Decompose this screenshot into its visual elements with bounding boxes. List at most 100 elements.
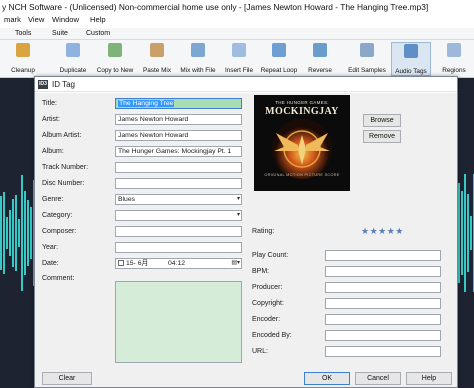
broom-icon bbox=[16, 43, 30, 57]
clear-button[interactable]: Clear bbox=[42, 372, 92, 385]
repeat-loop-button[interactable]: Repeat Loop bbox=[258, 42, 300, 76]
time-value: 04:12 bbox=[168, 260, 186, 267]
rating-label: Rating: bbox=[252, 228, 275, 235]
genre-value: Blues bbox=[118, 196, 136, 203]
composer-field[interactable] bbox=[115, 226, 242, 237]
cleanup-button[interactable]: Cleanup bbox=[0, 42, 46, 76]
waveform-sample bbox=[24, 190, 26, 276]
regions-button[interactable]: Regions bbox=[436, 42, 472, 76]
repeat-loop-label: Repeat Loop bbox=[260, 67, 298, 74]
composer-label: Composer: bbox=[42, 228, 77, 235]
menu-mark[interactable]: mark bbox=[4, 14, 21, 26]
calendar-icon[interactable]: ▤▾ bbox=[231, 259, 240, 268]
copyright-field[interactable] bbox=[325, 298, 441, 309]
title-label: Title: bbox=[42, 100, 57, 107]
copy-to-new-label: Copy to New bbox=[96, 67, 134, 74]
bpm-label: BPM: bbox=[252, 268, 270, 275]
waveform-view-left[interactable] bbox=[0, 78, 36, 388]
waveform-sample bbox=[461, 191, 463, 275]
mix-with-file-button[interactable]: Mix with File bbox=[176, 42, 220, 76]
menu-bar: mark View Window Help bbox=[0, 14, 474, 26]
album-artist-field[interactable]: James Newton Howard bbox=[115, 130, 242, 141]
category-label: Category: bbox=[42, 212, 73, 219]
cancel-button[interactable]: Cancel bbox=[355, 372, 401, 385]
url-field[interactable] bbox=[325, 346, 441, 357]
duplicate-button[interactable]: Duplicate bbox=[54, 42, 92, 76]
encoder-label: Encoder: bbox=[252, 316, 281, 323]
play-count-field[interactable] bbox=[325, 250, 441, 261]
tab-tools[interactable]: Tools bbox=[15, 28, 31, 40]
title-field[interactable]: The Hanging Tree bbox=[115, 98, 242, 109]
paste-mix-button[interactable]: Paste Mix bbox=[140, 42, 174, 76]
album-artwork: THE HUNGER GAMES: MOCKINGJAY ORIGINAL MO… bbox=[254, 95, 350, 191]
reverse-icon bbox=[313, 43, 327, 57]
chevron-down-icon: ▾ bbox=[236, 212, 240, 218]
insert-file-button[interactable]: Insert File bbox=[221, 42, 257, 76]
waveform-view-right[interactable] bbox=[458, 78, 474, 388]
paste-mix-icon bbox=[150, 43, 164, 57]
album-artist-label: Album Artist: bbox=[42, 132, 82, 139]
browse-button[interactable]: Browse bbox=[363, 114, 401, 127]
mix-with-file-icon bbox=[191, 43, 205, 57]
encoder-field[interactable] bbox=[325, 314, 441, 325]
album-label: Album: bbox=[42, 148, 64, 155]
tab-suite[interactable]: Suite bbox=[52, 28, 68, 40]
rating-stars[interactable]: ★★★★★ bbox=[361, 226, 404, 236]
encoded-by-field[interactable] bbox=[325, 330, 441, 341]
url-label: URL: bbox=[252, 348, 268, 355]
cleanup-label: Cleanup bbox=[11, 67, 35, 74]
edit-samples-button[interactable]: Edit Samples bbox=[345, 42, 389, 76]
year-field[interactable] bbox=[115, 242, 242, 253]
remove-button[interactable]: Remove bbox=[363, 130, 401, 143]
dialog-title-bar: ID3 ID Tag bbox=[35, 77, 457, 92]
disc-number-field[interactable] bbox=[115, 178, 242, 189]
disc-number-label: Disc Number: bbox=[42, 180, 85, 187]
ribbon-tabs: Tools Suite Custom bbox=[0, 28, 474, 40]
album-field[interactable]: The Hunger Games: Mockingjay Pt. 1 bbox=[115, 146, 242, 157]
bpm-field[interactable] bbox=[325, 266, 441, 277]
waveform-sample bbox=[12, 198, 14, 268]
ribbon-toolbar: Cleanup Duplicate Copy to New Paste Mix … bbox=[0, 40, 474, 78]
comment-label: Comment: bbox=[42, 275, 75, 282]
year-label: Year: bbox=[42, 244, 59, 251]
regions-label: Regions bbox=[442, 67, 466, 74]
track-number-field[interactable] bbox=[115, 162, 242, 173]
help-button[interactable]: Help bbox=[406, 372, 452, 385]
genre-label: Genre: bbox=[42, 196, 64, 203]
menu-window[interactable]: Window bbox=[52, 14, 79, 26]
artist-label: Artist: bbox=[42, 116, 60, 123]
waveform-sample bbox=[18, 218, 20, 248]
insert-file-icon bbox=[232, 43, 246, 57]
encoded-by-label: Encoded By: bbox=[252, 332, 292, 339]
copyright-label: Copyright: bbox=[252, 300, 284, 307]
tab-custom[interactable]: Custom bbox=[86, 28, 110, 40]
waveform-sample bbox=[30, 207, 32, 259]
waveform-sample bbox=[3, 192, 5, 274]
audio-tags-button[interactable]: Audio Tags bbox=[391, 42, 431, 76]
waveform-sample bbox=[464, 174, 466, 292]
date-picker[interactable]: 15- 6月 04:12 ▤▾ bbox=[115, 258, 242, 269]
app-title: y NCH Software - (Unlicensed) Non-commer… bbox=[0, 0, 474, 14]
artist-field[interactable]: James Newton Howard bbox=[115, 114, 242, 125]
regions-icon bbox=[447, 43, 461, 57]
play-count-label: Play Count: bbox=[252, 252, 289, 259]
track-number-label: Track Number: bbox=[42, 164, 89, 171]
menu-view[interactable]: View bbox=[28, 14, 44, 26]
category-select[interactable]: ▾ bbox=[115, 210, 242, 221]
reverse-label: Reverse bbox=[308, 67, 332, 74]
date-label: Date: bbox=[42, 260, 59, 267]
copy-to-new-icon bbox=[108, 43, 122, 57]
id3-icon: ID3 bbox=[38, 80, 48, 89]
title-value: The Hanging Tree bbox=[118, 100, 175, 107]
waveform-sample bbox=[21, 174, 23, 292]
reverse-button[interactable]: Reverse bbox=[304, 42, 336, 76]
genre-select[interactable]: Blues ▾ bbox=[115, 194, 242, 205]
copy-to-new-button[interactable]: Copy to New bbox=[93, 42, 137, 76]
artwork-line-1: THE HUNGER GAMES: bbox=[275, 100, 329, 105]
date-checkbox[interactable] bbox=[118, 260, 124, 266]
producer-field[interactable] bbox=[325, 282, 441, 293]
ok-button[interactable]: OK bbox=[304, 372, 350, 385]
menu-help[interactable]: Help bbox=[90, 14, 106, 26]
comment-textarea[interactable] bbox=[115, 281, 242, 363]
waveform-sample bbox=[6, 216, 8, 250]
